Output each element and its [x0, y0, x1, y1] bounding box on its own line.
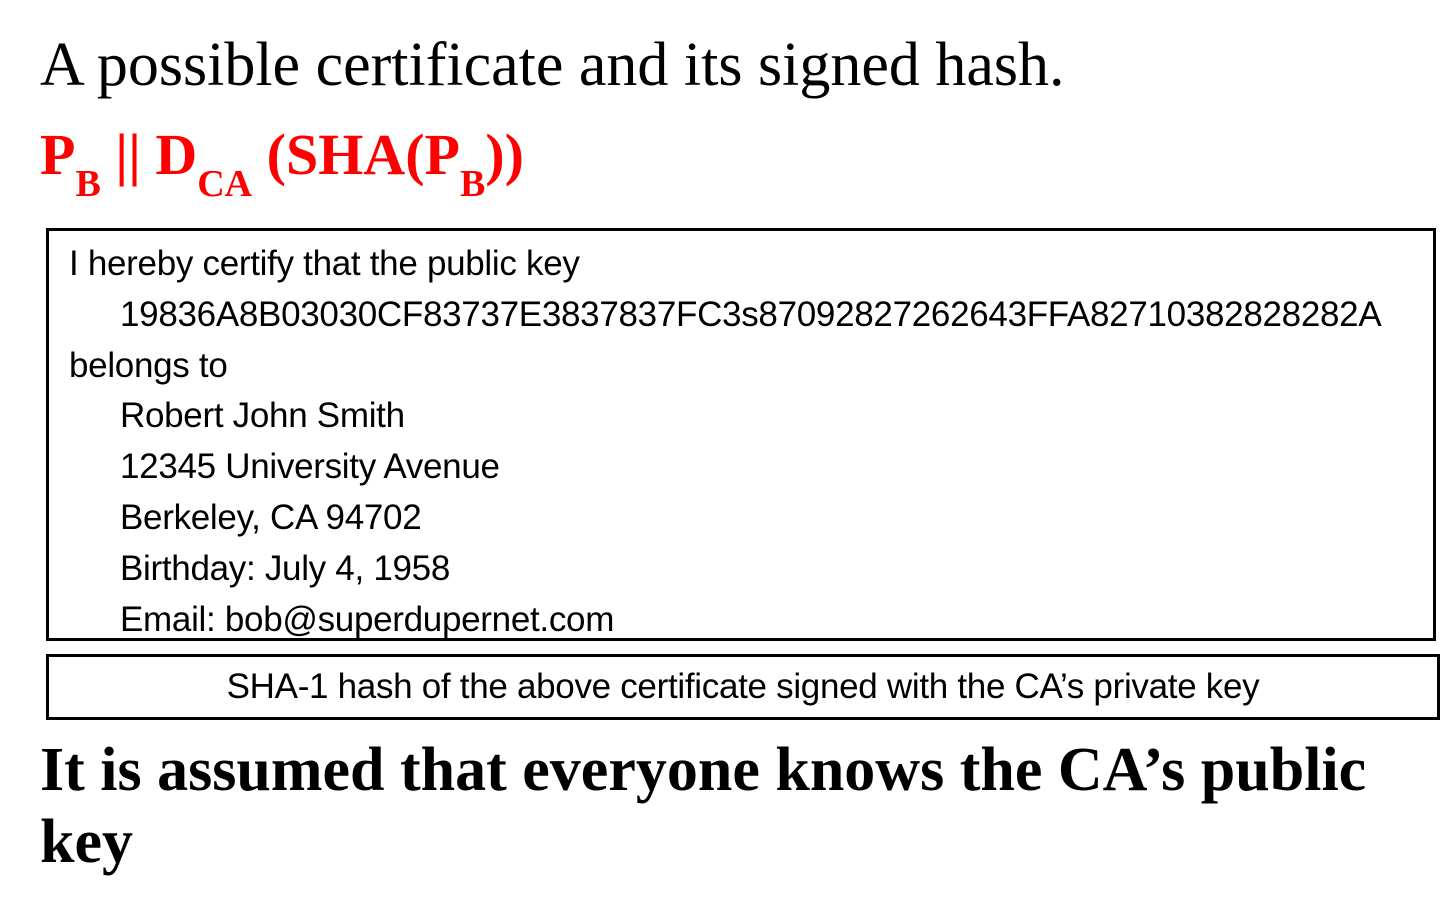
- formula-d-subscript: CA: [197, 163, 253, 205]
- signature-box: SHA-1 hash of the above certificate sign…: [46, 654, 1440, 720]
- certificate-box: I hereby certify that the public key 198…: [46, 228, 1436, 641]
- formula-p-subscript: B: [75, 163, 101, 205]
- formula-d: D: [155, 122, 198, 187]
- certificate-birthday: Birthday: July 4, 1958: [120, 548, 450, 588]
- formula-sha-open: (SHA(P: [252, 122, 460, 187]
- certificate-belongs-to: belongs to: [69, 345, 228, 385]
- formula-p: P: [40, 122, 76, 187]
- certificate-intro: I hereby certify that the public key: [69, 244, 580, 283]
- certificate-address: 12345 University Avenue: [120, 447, 500, 487]
- certificate-email: Email: bob@superdupernet.com: [120, 599, 615, 639]
- formula-sha-close: )): [485, 122, 524, 187]
- formula-sha-subscript: B: [459, 163, 486, 205]
- slide: { "title": "A possible certificate and i…: [0, 0, 1442, 917]
- slide-title: A possible certificate and its signed ha…: [40, 31, 1065, 99]
- certificate-formula: PB || DCA (SHA(PB)): [40, 120, 524, 203]
- certificate-name: Robert John Smith: [120, 396, 405, 436]
- certificate-public-key: 19836A8B03030CF83737E3837837FC3s87092827…: [120, 294, 1382, 334]
- signature-label: SHA-1 hash of the above certificate sign…: [226, 667, 1260, 706]
- certificate-city: Berkeley, CA 94702: [120, 497, 422, 537]
- ca-public-key-note: It is assumed that everyone knows the CA…: [40, 736, 1367, 876]
- formula-concat: ||: [100, 122, 156, 187]
